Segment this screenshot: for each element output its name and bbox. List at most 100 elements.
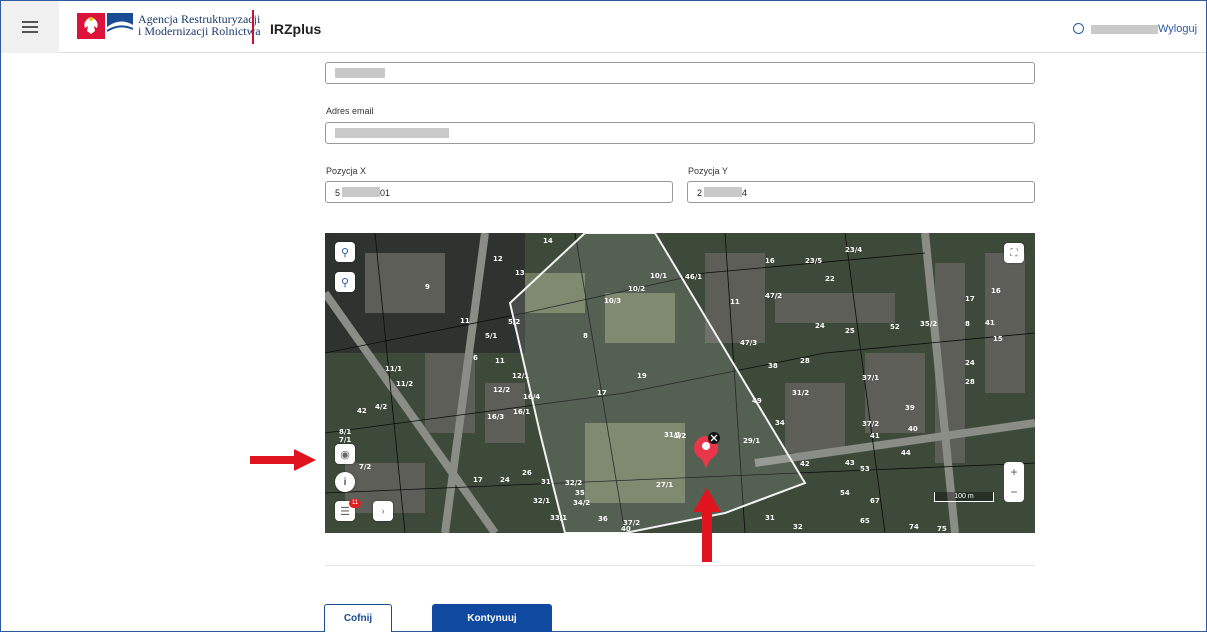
svg-text:65: 65 — [860, 517, 870, 525]
svg-text:12/1: 12/1 — [512, 372, 529, 380]
locate-point-button[interactable]: ◉ — [335, 444, 355, 464]
agency-name: Agencja Restrukturyzacji i Modernizacji … — [138, 13, 261, 37]
search-button[interactable]: ⚲ — [335, 242, 355, 262]
svg-text:42: 42 — [800, 460, 810, 468]
email-field[interactable] — [325, 122, 1035, 144]
redacted-y — [704, 187, 742, 197]
svg-text:6: 6 — [473, 354, 478, 362]
svg-text:17: 17 — [965, 295, 975, 303]
svg-text:42: 42 — [357, 407, 367, 415]
redacted-x — [342, 187, 380, 197]
fullscreen-button[interactable]: ⛶ — [1004, 243, 1024, 263]
svg-text:22: 22 — [825, 275, 835, 283]
svg-text:41: 41 — [985, 319, 995, 327]
map-view[interactable]: 14 12 13 9 11 5/1 5/2 6 11 10/1 10/2 10/3 8 46/1 1… — [325, 233, 1035, 533]
svg-text:8: 8 — [965, 320, 970, 328]
info-button[interactable]: i — [335, 472, 355, 492]
poland-emblem-logo — [77, 13, 105, 39]
brand-separator — [252, 10, 254, 44]
svg-text:27/1: 27/1 — [656, 481, 673, 489]
svg-text:41: 41 — [870, 432, 880, 440]
svg-text:10/1: 10/1 — [650, 272, 667, 280]
svg-text:47/3: 47/3 — [740, 339, 757, 347]
logout-link[interactable]: Wyloguj — [1158, 23, 1197, 35]
svg-text:11/1: 11/1 — [385, 365, 402, 373]
svg-text:26: 26 — [522, 469, 532, 477]
svg-text:40: 40 — [908, 425, 918, 433]
svg-text:24: 24 — [500, 476, 510, 484]
svg-text:28: 28 — [965, 378, 975, 386]
fullscreen-icon: ⛶ — [1010, 247, 1018, 259]
svg-text:47/2: 47/2 — [765, 292, 782, 300]
svg-text:4/2: 4/2 — [375, 403, 387, 411]
redacted-field-top[interactable] — [325, 62, 1035, 84]
zoom-out-button[interactable]: − — [1004, 482, 1024, 502]
zoom-in-button[interactable]: + — [1004, 462, 1024, 482]
svg-text:16/1: 16/1 — [513, 408, 530, 416]
svg-text:15: 15 — [993, 335, 1003, 343]
continue-button[interactable]: Kontynuuj — [432, 604, 552, 632]
svg-text:24: 24 — [965, 359, 975, 367]
svg-text:31: 31 — [765, 514, 775, 522]
svg-text:28: 28 — [800, 357, 810, 365]
position-x-value-start: 5 — [335, 188, 341, 198]
search-parcel-button[interactable]: ⚲ — [335, 272, 355, 292]
svg-text:17: 17 — [473, 476, 483, 484]
svg-text:1/2: 1/2 — [674, 432, 686, 440]
svg-text:43: 43 — [845, 459, 855, 467]
layers-count-badge: 11 — [349, 499, 361, 508]
app-title: IRZplus — [270, 21, 322, 37]
svg-text:39: 39 — [905, 404, 915, 412]
svg-text:14: 14 — [543, 237, 553, 245]
svg-text:13: 13 — [515, 269, 525, 277]
svg-text:31/2: 31/2 — [792, 389, 809, 397]
svg-text:74: 74 — [909, 523, 919, 531]
svg-text:32: 32 — [793, 523, 803, 531]
svg-text:23/5: 23/5 — [805, 257, 822, 265]
svg-text:7/1: 7/1 — [339, 436, 351, 444]
svg-text:11: 11 — [460, 317, 470, 325]
svg-text:17: 17 — [597, 389, 607, 397]
email-label: Adres email — [326, 106, 374, 116]
svg-text:31: 31 — [541, 478, 551, 486]
chevron-right-icon: › — [381, 506, 385, 516]
svg-text:34: 34 — [775, 419, 785, 427]
svg-text:46/1: 46/1 — [685, 273, 702, 281]
search-icon: ⚲ — [340, 246, 350, 259]
position-y-label: Pozycja Y — [688, 166, 728, 176]
svg-text:8/1: 8/1 — [339, 428, 351, 436]
svg-text:38: 38 — [768, 362, 778, 370]
svg-text:11: 11 — [495, 357, 505, 365]
svg-text:5/1: 5/1 — [485, 332, 497, 340]
annotation-arrow-up — [693, 488, 721, 562]
svg-text:33/1: 33/1 — [550, 514, 567, 522]
svg-text:9: 9 — [425, 283, 430, 291]
position-y-field[interactable]: 2 4 — [687, 181, 1035, 203]
svg-text:16/4: 16/4 — [523, 393, 540, 401]
svg-text:32/1: 32/1 — [533, 497, 550, 505]
svg-text:35/2: 35/2 — [920, 320, 937, 328]
zoom-control: + − — [1004, 462, 1024, 502]
svg-text:24: 24 — [815, 322, 825, 330]
svg-text:25: 25 — [845, 327, 855, 335]
svg-text:49: 49 — [752, 397, 762, 405]
info-icon: i — [343, 476, 347, 488]
expand-panel-button[interactable]: › — [373, 501, 393, 521]
svg-text:10/2: 10/2 — [628, 285, 645, 293]
svg-text:8: 8 — [583, 332, 588, 340]
svg-text:12/2: 12/2 — [493, 386, 510, 394]
redacted-email — [335, 128, 449, 138]
position-x-value-end: 01 — [380, 188, 391, 198]
annotation-arrow-right — [250, 449, 316, 471]
menu-button[interactable] — [1, 1, 59, 53]
user-icon[interactable] — [1073, 23, 1084, 34]
svg-text:40: 40 — [621, 525, 631, 533]
arimr-logo — [107, 13, 133, 39]
svg-text:11/2: 11/2 — [396, 380, 413, 388]
svg-text:29/1: 29/1 — [743, 437, 760, 445]
back-button[interactable]: Cofnij — [324, 604, 392, 632]
search-icon: ⚲ — [340, 276, 350, 289]
agency-name-line2: i Modernizacji Rolnictwa — [138, 24, 261, 38]
svg-text:5/2: 5/2 — [508, 318, 520, 326]
position-x-field[interactable]: 5 01 — [325, 181, 673, 203]
